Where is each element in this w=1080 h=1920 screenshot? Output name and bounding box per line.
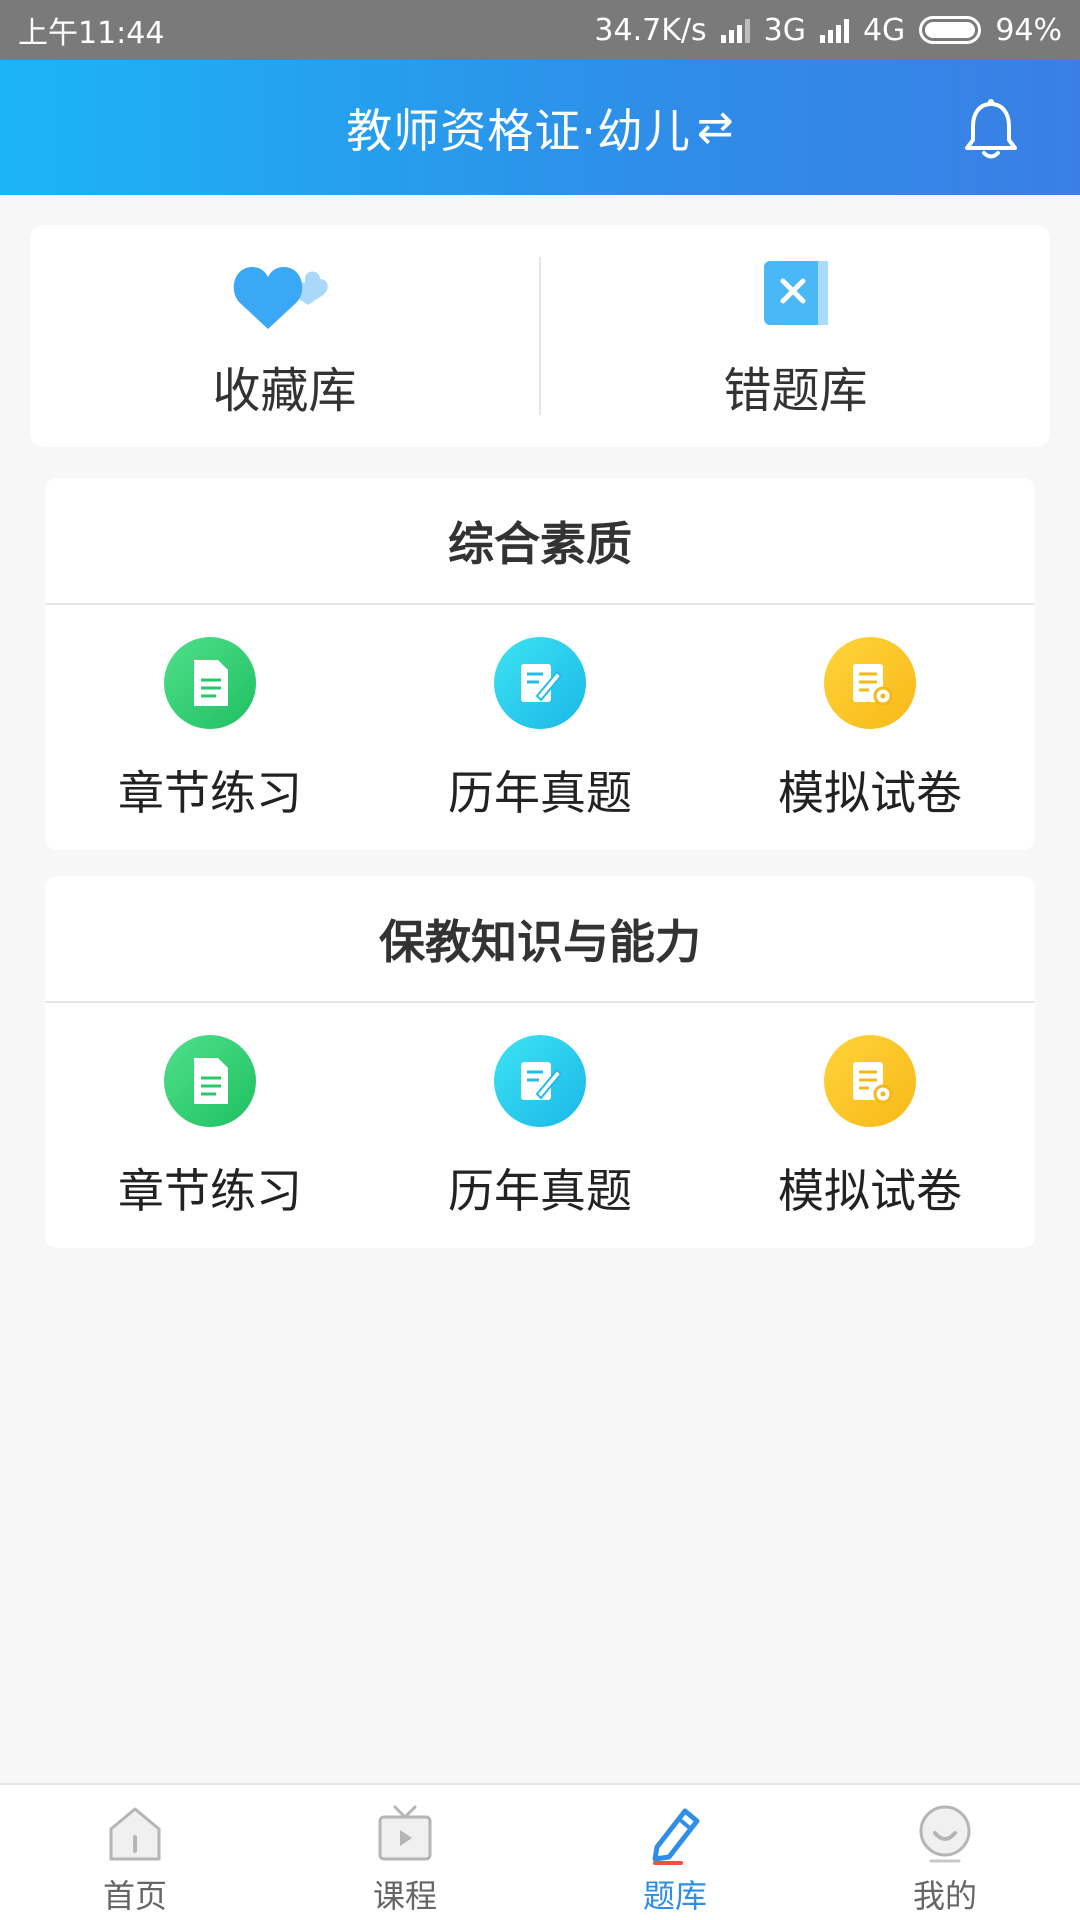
item-label: 章节练习 bbox=[118, 766, 302, 820]
tab-label: 我的 bbox=[912, 1877, 977, 1915]
bottom-nav: 首页 课程 题库 我的 bbox=[0, 1783, 1080, 1920]
network-speed: 34.7K/s bbox=[594, 12, 707, 48]
battery-icon bbox=[919, 16, 982, 44]
chapter-practice-button[interactable]: 章节练习 bbox=[45, 605, 375, 850]
tab-label: 首页 bbox=[102, 1877, 167, 1915]
chapter-practice-button[interactable]: 章节练习 bbox=[45, 1003, 375, 1248]
settings-doc-icon bbox=[824, 1035, 916, 1127]
exam-title[interactable]: 教师资格证·幼儿 bbox=[346, 95, 691, 161]
status-right: 34.7K/s 3G 4G 94% bbox=[594, 13, 1062, 48]
status-time: 上午11:44 bbox=[18, 16, 165, 51]
pencil-icon bbox=[652, 1808, 700, 1865]
favorites-button[interactable]: 收藏库 bbox=[30, 225, 539, 447]
mock-exam-button[interactable]: 模拟试卷 bbox=[705, 1003, 1035, 1248]
wrong-questions-button[interactable]: 错题库 bbox=[541, 225, 1050, 447]
tv-icon bbox=[378, 1805, 432, 1861]
network-3g: 3G bbox=[763, 12, 806, 48]
past-exams-button[interactable]: 历年真题 bbox=[375, 605, 705, 850]
item-label: 历年真题 bbox=[448, 1164, 632, 1218]
item-label: 章节练习 bbox=[118, 1164, 302, 1218]
signal-icon bbox=[720, 17, 750, 43]
tab-courses[interactable]: 课程 bbox=[270, 1785, 540, 1920]
app-header: 教师资格证·幼儿 ⇄ bbox=[0, 60, 1080, 195]
item-label: 历年真题 bbox=[448, 766, 632, 820]
wrong-book-icon bbox=[763, 261, 828, 325]
document-icon bbox=[164, 637, 256, 729]
settings-doc-icon bbox=[824, 637, 916, 729]
edit-paper-icon bbox=[494, 1035, 586, 1127]
document-icon bbox=[164, 1035, 256, 1127]
section-title: 综合素质 bbox=[45, 478, 1035, 605]
battery-level: 94% bbox=[995, 12, 1062, 48]
profile-icon bbox=[919, 1805, 971, 1863]
swap-icon[interactable]: ⇄ bbox=[697, 102, 734, 153]
section-care-education: 保教知识与能力 章节练习 历年真题 模拟试卷 bbox=[45, 876, 1035, 1248]
edit-paper-icon bbox=[494, 637, 586, 729]
tab-question-bank[interactable]: 题库 bbox=[540, 1785, 810, 1920]
item-label: 模拟试卷 bbox=[778, 1164, 962, 1218]
section-title: 保教知识与能力 bbox=[45, 876, 1035, 1003]
item-label: 模拟试卷 bbox=[778, 766, 962, 820]
screen: 上午11:44 34.7K/s 3G 4G 94% 教师资格证·幼儿 ⇄ 收藏库 bbox=[0, 0, 1080, 1920]
section-comprehensive: 综合素质 章节练习 历年真题 模拟试卷 bbox=[45, 478, 1035, 850]
status-bar: 上午11:44 34.7K/s 3G 4G 94% bbox=[0, 0, 1080, 60]
tab-home[interactable]: 首页 bbox=[0, 1785, 270, 1920]
tab-label: 课程 bbox=[372, 1877, 437, 1915]
tab-label: 题库 bbox=[642, 1877, 707, 1915]
past-exams-button[interactable]: 历年真题 bbox=[375, 1003, 705, 1248]
favorites-label: 收藏库 bbox=[212, 363, 357, 419]
section-items: 章节练习 历年真题 模拟试卷 bbox=[45, 1003, 1035, 1248]
home-icon bbox=[109, 1807, 161, 1861]
tab-profile[interactable]: 我的 bbox=[810, 1785, 1080, 1920]
signal-icon-hd bbox=[819, 17, 849, 43]
network-4g: 4G bbox=[862, 12, 906, 48]
wrong-questions-label: 错题库 bbox=[723, 363, 868, 419]
section-items: 章节练习 历年真题 模拟试卷 bbox=[45, 605, 1035, 850]
library-card: 收藏库 错题库 bbox=[30, 225, 1050, 447]
bell-icon[interactable] bbox=[962, 98, 1020, 162]
mock-exam-button[interactable]: 模拟试卷 bbox=[705, 605, 1035, 850]
heart-icon bbox=[233, 267, 328, 329]
